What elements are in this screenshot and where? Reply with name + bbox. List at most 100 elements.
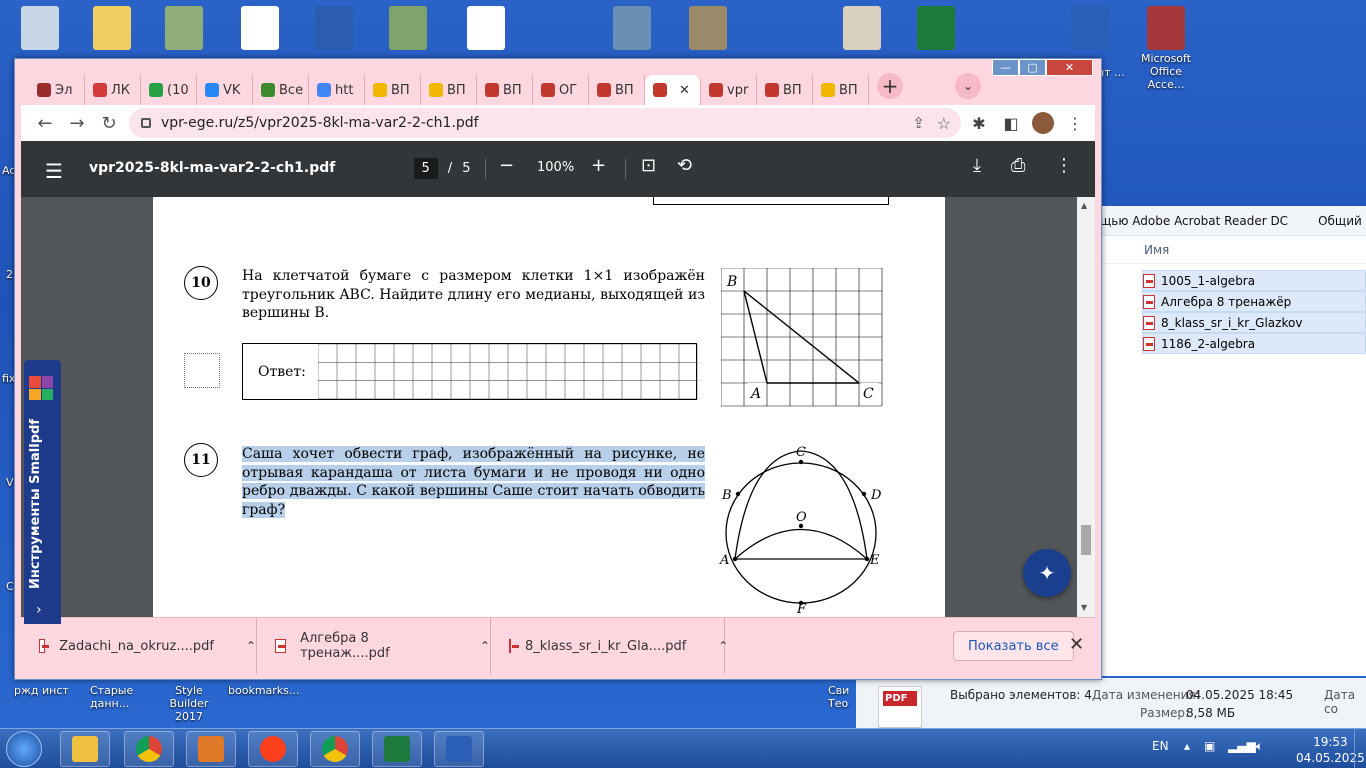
desktop-icon[interactable] xyxy=(604,6,660,52)
tab-close-icon[interactable]: ✕ xyxy=(679,83,690,98)
explorer-open-with[interactable]: щью Adobe Acrobat Reader DC xyxy=(1100,214,1288,228)
browser-tab[interactable]: Все xyxy=(253,75,309,105)
chevron-up-icon[interactable]: ⌃ xyxy=(246,639,256,653)
desktop-label[interactable]: Сви Тео xyxy=(828,684,850,710)
browser-menu-icon[interactable]: ⋮ xyxy=(1061,108,1089,138)
explorer-file-row[interactable]: 1186_2-algebra xyxy=(1142,333,1366,354)
desktop-icon[interactable] xyxy=(680,6,736,52)
browser-tab[interactable]: ВП xyxy=(365,75,421,105)
taskbar-yandex[interactable] xyxy=(248,731,298,767)
browser-tab[interactable]: (10 xyxy=(141,75,197,105)
maximize-button[interactable]: ▢ xyxy=(1019,59,1046,76)
pdf-scrollbar[interactable]: ▲ ▼ xyxy=(1077,197,1095,617)
hamburger-menu-icon[interactable]: ☰ xyxy=(45,159,63,183)
browser-tab[interactable]: ВП xyxy=(477,75,533,105)
desktop-icon[interactable] xyxy=(156,6,212,52)
explorer-column-name[interactable]: Имя xyxy=(1096,236,1366,264)
chevron-up-icon[interactable]: ⌃ xyxy=(480,639,490,653)
desktop-icon[interactable] xyxy=(458,6,514,52)
show-desktop-button[interactable] xyxy=(1354,729,1366,768)
extensions-icon[interactable]: ✱ xyxy=(965,108,993,138)
browser-toolbar: ← → ↻ vpr-ege.ru/z5/vpr2025-8kl-ma-var2-… xyxy=(21,105,1095,141)
zoom-out-button[interactable]: − xyxy=(499,155,514,176)
desktop-icon[interactable] xyxy=(1062,6,1118,52)
rotate-icon[interactable]: ⟲ xyxy=(677,155,692,176)
smallpdf-magic-wand-button[interactable]: ✦ xyxy=(1023,549,1071,597)
desktop-label[interactable]: ржд инст xyxy=(14,684,69,697)
browser-tab[interactable]: htt xyxy=(309,75,365,105)
back-button[interactable]: ← xyxy=(29,107,61,139)
browser-tab[interactable]: ОГ xyxy=(533,75,589,105)
explorer-file-row[interactable]: Алгебра 8 тренажёр xyxy=(1142,291,1366,312)
taskbar-chrome-2[interactable] xyxy=(310,731,360,767)
browser-tab[interactable]: ВП xyxy=(421,75,477,105)
address-bar[interactable]: vpr-ege.ru/z5/vpr2025-8kl-ma-var2-2-ch1.… xyxy=(129,108,961,138)
chevron-right-icon[interactable]: › xyxy=(36,602,42,618)
taskbar-media[interactable] xyxy=(186,731,236,767)
language-indicator[interactable]: EN xyxy=(1152,739,1169,753)
scroll-thumb[interactable] xyxy=(1081,525,1091,555)
smallpdf-sidebar[interactable]: Инструменты Smallpdf › xyxy=(24,360,61,624)
forward-button[interactable]: → xyxy=(61,107,93,139)
print-icon[interactable]: ⎙ xyxy=(1011,155,1025,176)
browser-tab[interactable]: ВП xyxy=(813,75,869,105)
browser-tab[interactable]: Эл xyxy=(29,75,85,105)
tray-expand-icon[interactable]: ▴ xyxy=(1184,739,1190,753)
taskbar-chrome[interactable] xyxy=(124,731,174,767)
minimize-button[interactable]: — xyxy=(992,59,1019,76)
close-shelf-icon[interactable]: ✕ xyxy=(1069,634,1084,655)
browser-tab[interactable]: VK xyxy=(197,75,253,105)
new-tab-button[interactable]: + xyxy=(877,73,903,99)
tray-device-icon[interactable]: ▣ xyxy=(1204,739,1215,753)
browser-tab[interactable]: ВП xyxy=(589,75,645,105)
browser-tab[interactable]: ВП xyxy=(757,75,813,105)
desktop-icon[interactable] xyxy=(232,6,288,52)
taskbar-word[interactable] xyxy=(434,731,484,767)
taskbar-explorer[interactable] xyxy=(60,731,110,767)
scroll-down-arrow-icon[interactable]: ▼ xyxy=(1081,603,1087,612)
explorer-file-row[interactable]: 1005_1-algebra xyxy=(1142,270,1366,291)
side-panel-icon[interactable]: ◧ xyxy=(997,108,1025,138)
show-all-downloads-button[interactable]: Показать все xyxy=(953,631,1074,661)
zoom-in-button[interactable]: + xyxy=(591,155,606,176)
desktop-icon[interactable] xyxy=(84,6,140,52)
taskbar-excel[interactable] xyxy=(372,731,422,767)
pdf-toolbar: ☰ vpr2025-8kl-ma-var2-2-ch1.pdf 5 / 5 − … xyxy=(21,141,1095,197)
reload-button[interactable]: ↻ xyxy=(93,107,125,139)
pdf-more-icon[interactable]: ⋮ xyxy=(1055,155,1073,176)
desktop-icon[interactable] xyxy=(12,6,68,52)
network-icon[interactable]: ▂▄▆ xyxy=(1228,739,1256,753)
download-item[interactable]: Zadachi_na_okruz....pdf ⌃ xyxy=(21,618,257,674)
desktop-icon[interactable] xyxy=(306,6,362,52)
fit-page-icon[interactable]: ⊡ xyxy=(641,155,656,176)
browser-tab[interactable]: ЛК xyxy=(85,75,141,105)
start-button[interactable] xyxy=(6,731,42,767)
tab-search-button[interactable]: ⌄ xyxy=(955,73,981,99)
desktop-icon[interactable] xyxy=(908,6,964,52)
scroll-up-arrow-icon[interactable]: ▲ xyxy=(1081,201,1087,210)
explorer-file-row[interactable]: 8_klass_sr_i_kr_Glazkov xyxy=(1142,312,1366,333)
download-item[interactable]: Алгебра 8 тренаж....pdf ⌃ xyxy=(257,618,491,674)
download-icon[interactable]: ⤓ xyxy=(973,155,981,176)
desktop-label[interactable]: Style Builder 2017 xyxy=(154,684,224,723)
bookmark-star-icon[interactable]: ☆ xyxy=(937,114,951,133)
desktop-icon[interactable]: Microsoft Office Acce... xyxy=(1130,6,1202,91)
download-item[interactable]: 8_klass_sr_i_kr_Gla....pdf ⌃ xyxy=(491,618,728,674)
desktop-label[interactable]: bookmarks... xyxy=(228,684,299,697)
explorer-share[interactable]: Общий дост xyxy=(1318,214,1366,228)
volume-icon[interactable]: 🔈︎ xyxy=(1256,739,1263,754)
desktop-label[interactable]: Старые данн... xyxy=(90,684,140,710)
browser-tab[interactable]: vpr xyxy=(701,75,757,105)
close-window-button[interactable]: ✕ xyxy=(1046,59,1093,76)
zoom-level[interactable]: 100% xyxy=(537,160,574,175)
desktop-icon[interactable] xyxy=(834,6,890,52)
profile-avatar[interactable] xyxy=(1029,108,1057,138)
desktop-icon[interactable] xyxy=(380,6,436,52)
yandex-icon xyxy=(260,736,286,762)
page-current-input[interactable]: 5 xyxy=(413,157,438,179)
share-icon[interactable]: ⇪ xyxy=(912,114,925,132)
browser-tab[interactable]: ✕ xyxy=(645,75,701,105)
answer-grid[interactable] xyxy=(318,344,698,399)
chevron-up-icon[interactable]: ⌃ xyxy=(718,639,728,653)
pdf-viewport[interactable]: 10 На клетчатой бумаге с размером клетки… xyxy=(21,197,1095,617)
